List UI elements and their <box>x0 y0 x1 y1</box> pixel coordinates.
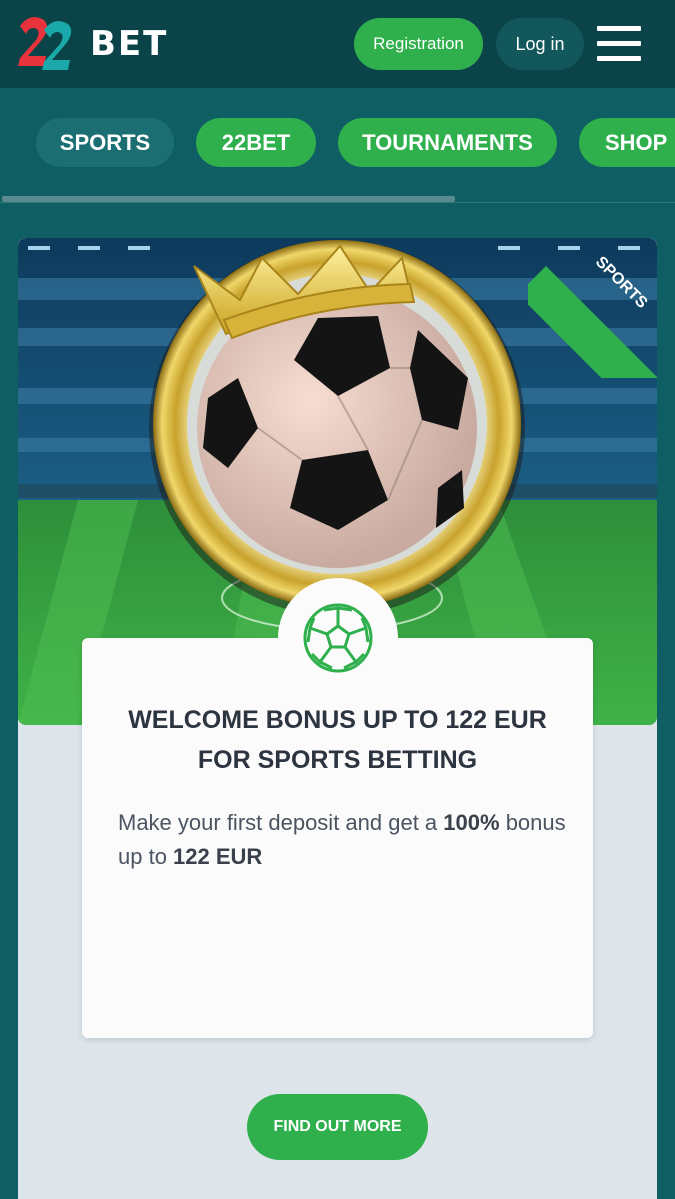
bonus-description: Make your first deposit and get a 100% b… <box>118 806 568 874</box>
logo-text: BET <box>90 24 169 64</box>
tab-22bet[interactable]: 22BET <box>196 118 316 167</box>
find-out-more-button[interactable]: FIND OUT MORE <box>247 1094 428 1160</box>
ribbon-label: SPORTS <box>591 253 651 312</box>
tab-shop[interactable]: SHOP <box>579 118 675 167</box>
bonus-amount: 122 EUR <box>173 844 263 869</box>
bonus-text-1: Make your first deposit and get a <box>118 810 444 835</box>
bonus-info-box: WELCOME BONUS UP TO 122 EUR FOR SPORTS B… <box>82 638 593 1038</box>
top-header: BET Registration Log in <box>0 0 675 88</box>
22bet-logo[interactable]: BET <box>16 12 176 76</box>
tabs-divider <box>0 202 675 203</box>
bonus-percent: 100% <box>443 810 500 835</box>
tab-tournaments[interactable]: TOURNAMENTS <box>338 118 557 167</box>
tab-sports[interactable]: SPORTS <box>36 118 174 167</box>
registration-button[interactable]: Registration <box>354 18 483 70</box>
hamburger-menu-icon[interactable] <box>597 26 641 62</box>
category-tabs: SPORTS 22BET TOURNAMENTS SHOP <box>0 88 675 202</box>
bonus-title: WELCOME BONUS UP TO 122 EUR FOR SPORTS B… <box>128 706 547 774</box>
login-button[interactable]: Log in <box>496 18 584 70</box>
soccer-ball-icon <box>278 578 398 698</box>
logo-22-mark <box>18 17 72 70</box>
sports-ribbon: SPORTS <box>528 238 657 378</box>
